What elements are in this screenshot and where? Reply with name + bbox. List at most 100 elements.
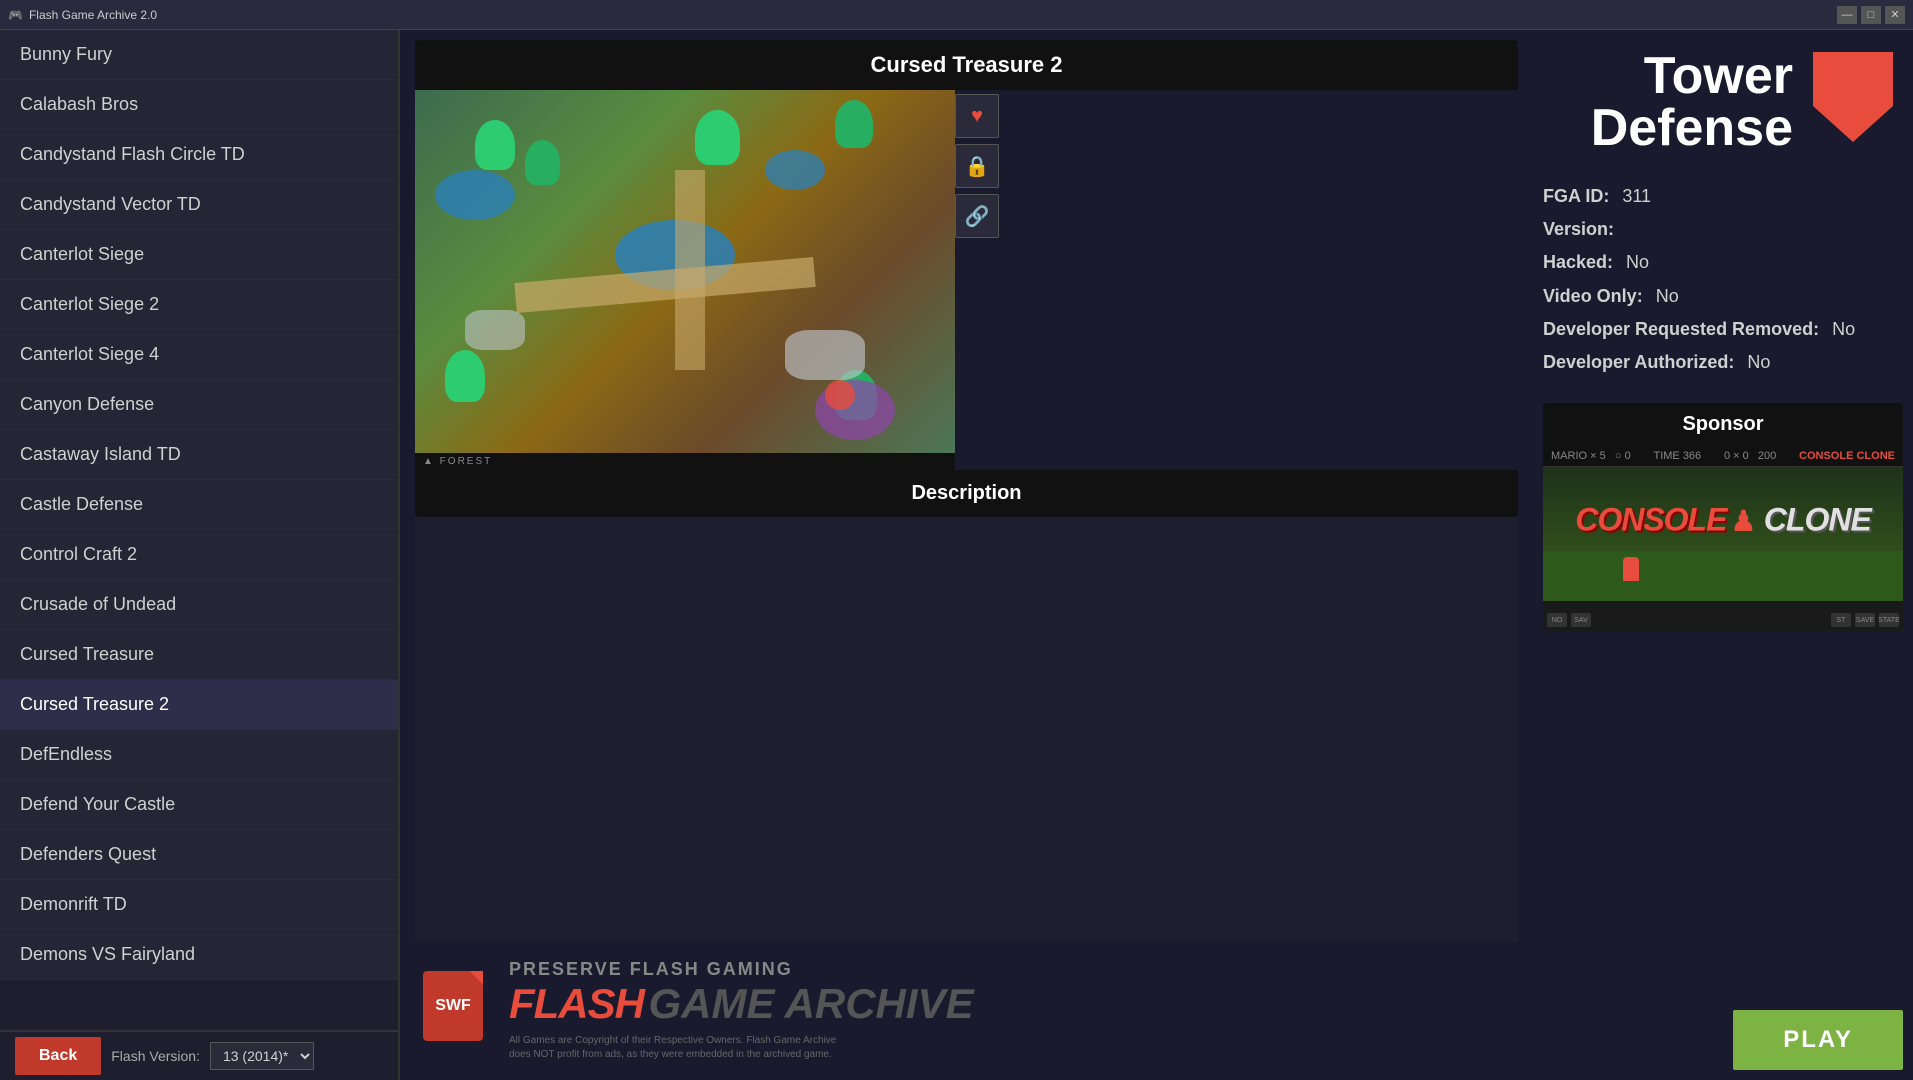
sponsor-image: MARIO × 5 ○ 0 TIME 366 0 × 0 200 CONSOLE… — [1543, 446, 1903, 631]
sidebar: Bunny FuryCalabash BrosCandystand Flash … — [0, 30, 400, 1080]
sidebar-item-canyon-defense[interactable]: Canyon Defense — [0, 380, 398, 430]
sponsor-title: Sponsor — [1543, 403, 1903, 446]
cc-top-bar: MARIO × 5 ○ 0 TIME 366 0 × 0 200 CONSOLE… — [1543, 446, 1903, 467]
cc-brand: CONSOLE CLONE — [1799, 450, 1895, 462]
app-title: Flash Game Archive 2.0 — [29, 8, 157, 22]
genre-title: Tower Defense — [1591, 50, 1793, 154]
sidebar-item-canterlot-siege-2[interactable]: Canterlot Siege 2 — [0, 280, 398, 330]
game-sidebar-buttons: ♥ 🔒 🔗 — [955, 90, 999, 470]
sidebar-item-defend-your-castle[interactable]: Defend Your Castle — [0, 780, 398, 830]
dev-requested-label: Developer Requested Removed: — [1543, 319, 1819, 339]
swf-label: SWF — [435, 997, 471, 1015]
sidebar-item-candystand-vector-td[interactable]: Candystand Vector TD — [0, 180, 398, 230]
game-screenshot-canvas: ▲ FOREST — [415, 90, 955, 470]
heart-icon: ♥ — [971, 105, 983, 128]
cc-bottom-bar: NO SAV ST SAVE STATE — [1543, 609, 1903, 631]
flash-version-select[interactable]: 13 (2014)*11 (2012)10 (2008)9 (2006) — [210, 1042, 314, 1070]
fga-notice: All Games are Copyright of their Respect… — [509, 1034, 859, 1062]
favorite-button[interactable]: ♥ — [955, 94, 999, 138]
minimize-button[interactable]: — — [1837, 6, 1857, 24]
sidebar-item-demonrift-td[interactable]: Demonrift TD — [0, 880, 398, 930]
genre-title-line2: Defense — [1591, 99, 1793, 157]
game-title-text: Cursed Treasure 2 — [871, 52, 1063, 77]
genre-title-line1: Tower — [1644, 47, 1793, 105]
swf-corner — [469, 971, 483, 985]
dev-authorized-row: Developer Authorized: No — [1543, 350, 1903, 375]
cc-btn-3: ST — [1831, 613, 1851, 627]
shield-shape — [1813, 52, 1893, 142]
titlebar-controls: — □ ✕ — [1837, 6, 1905, 24]
sidebar-item-candystand-flash-circle-td[interactable]: Candystand Flash Circle TD — [0, 130, 398, 180]
title-bar: 🎮 Flash Game Archive 2.0 — □ ✕ — [0, 0, 1913, 30]
fga-preserve-text: PRESERVE FLASH GAMING — [509, 959, 974, 980]
version-label: Version: — [1543, 219, 1614, 239]
description-content — [415, 517, 1518, 941]
maximize-button[interactable]: □ — [1861, 6, 1881, 24]
title-bar-left: 🎮 Flash Game Archive 2.0 — [8, 8, 157, 22]
description-label: Description — [911, 482, 1021, 504]
sidebar-item-defenders-quest[interactable]: Defenders Quest — [0, 830, 398, 880]
close-button[interactable]: ✕ — [1885, 6, 1905, 24]
fga-game-archive-text: GAME ARCHIVE — [648, 980, 973, 1027]
fga-id-value: 311 — [1622, 186, 1651, 206]
cc-btn-2: SAV — [1571, 613, 1591, 627]
genre-shield-icon — [1813, 52, 1903, 152]
cc-btn-state: STATE — [1879, 613, 1899, 627]
main-container: Bunny FuryCalabash BrosCandystand Flash … — [0, 30, 1913, 1080]
link-button[interactable]: 🔗 — [955, 194, 999, 238]
hacked-label: Hacked: — [1543, 252, 1613, 272]
flash-version-label: Flash Version: — [111, 1048, 200, 1064]
version-row: Version: — [1543, 217, 1903, 242]
swf-icon: SWF — [423, 971, 493, 1051]
fga-text: PRESERVE FLASH GAMING FLASH GAME ARCHIVE… — [509, 959, 974, 1062]
sidebar-item-cursed-treasure-2[interactable]: Cursed Treasure 2 — [0, 680, 398, 730]
back-button[interactable]: Back — [15, 1037, 101, 1075]
cc-btn-1: NO — [1547, 613, 1567, 627]
play-button-container: PLAY — [1543, 1000, 1903, 1070]
sidebar-list[interactable]: Bunny FuryCalabash BrosCandystand Flash … — [0, 30, 398, 1030]
sponsor-panel: Sponsor MARIO × 5 ○ 0 TIME 366 0 × 0 200… — [1543, 403, 1903, 631]
video-only-label: Video Only: — [1543, 286, 1643, 306]
fga-id-label: FGA ID: — [1543, 186, 1609, 206]
cc-ground — [1543, 551, 1903, 601]
game-area: ▲ FOREST ♥ 🔒 🔗 — [415, 90, 1518, 470]
game-info: FGA ID: 311 Version: Hacked: No Video On… — [1543, 174, 1903, 393]
hacked-row: Hacked: No — [1543, 250, 1903, 275]
sidebar-item-canterlot-siege[interactable]: Canterlot Siege — [0, 230, 398, 280]
fga-title-row: FLASH GAME ARCHIVE — [509, 980, 974, 1028]
video-only-value: No — [1656, 286, 1679, 306]
sidebar-item-castle-defense[interactable]: Castle Defense — [0, 480, 398, 530]
sidebar-item-bunny-fury[interactable]: Bunny Fury — [0, 30, 398, 80]
genre-header: Tower Defense — [1543, 40, 1903, 164]
link-icon: 🔗 — [965, 204, 990, 229]
cc-btn-save: SAVE — [1855, 613, 1875, 627]
dev-authorized-value: No — [1747, 352, 1770, 372]
cc-sprite-1 — [1623, 557, 1639, 581]
dev-authorized-label: Developer Authorized: — [1543, 352, 1734, 372]
dev-requested-row: Developer Requested Removed: No — [1543, 317, 1903, 342]
sidebar-item-cursed-treasure[interactable]: Cursed Treasure — [0, 630, 398, 680]
sidebar-item-crusade-of-undead[interactable]: Crusade of Undead — [0, 580, 398, 630]
dev-requested-value: No — [1832, 319, 1855, 339]
sidebar-item-demons-vs-fairyland[interactable]: Demons VS Fairyland — [0, 930, 398, 980]
cc-separator: ♟ — [1731, 506, 1764, 537]
sidebar-item-calabash-bros[interactable]: Calabash Bros — [0, 80, 398, 130]
cc-main-title: CONSOLE ♟ CLONE — [1543, 502, 1903, 539]
lock-button[interactable]: 🔒 — [955, 144, 999, 188]
app-icon: 🎮 — [8, 8, 23, 22]
hacked-value: No — [1626, 252, 1649, 272]
fga-logo: SWF PRESERVE FLASH GAMING FLASH GAME ARC… — [415, 951, 1518, 1070]
cc-score: MARIO × 5 ○ 0 — [1551, 450, 1631, 462]
console-clone-bg: MARIO × 5 ○ 0 TIME 366 0 × 0 200 CONSOLE… — [1543, 446, 1903, 631]
right-panel: Tower Defense FGA ID: 311 Version: Hacke… — [1533, 30, 1913, 1080]
cc-coins: 0 × 0 200 — [1724, 450, 1776, 462]
content-area: Cursed Treasure 2 — [400, 30, 1533, 1080]
sidebar-item-defendless[interactable]: DefEndless — [0, 730, 398, 780]
sidebar-item-control-craft-2[interactable]: Control Craft 2 — [0, 530, 398, 580]
cc-clone-text: CLONE — [1764, 502, 1871, 538]
fga-id-row: FGA ID: 311 — [1543, 184, 1903, 209]
swf-icon-inner: SWF — [423, 971, 483, 1041]
sidebar-item-castaway-island-td[interactable]: Castaway Island TD — [0, 430, 398, 480]
play-button[interactable]: PLAY — [1733, 1010, 1903, 1070]
sidebar-item-canterlot-siege-4[interactable]: Canterlot Siege 4 — [0, 330, 398, 380]
